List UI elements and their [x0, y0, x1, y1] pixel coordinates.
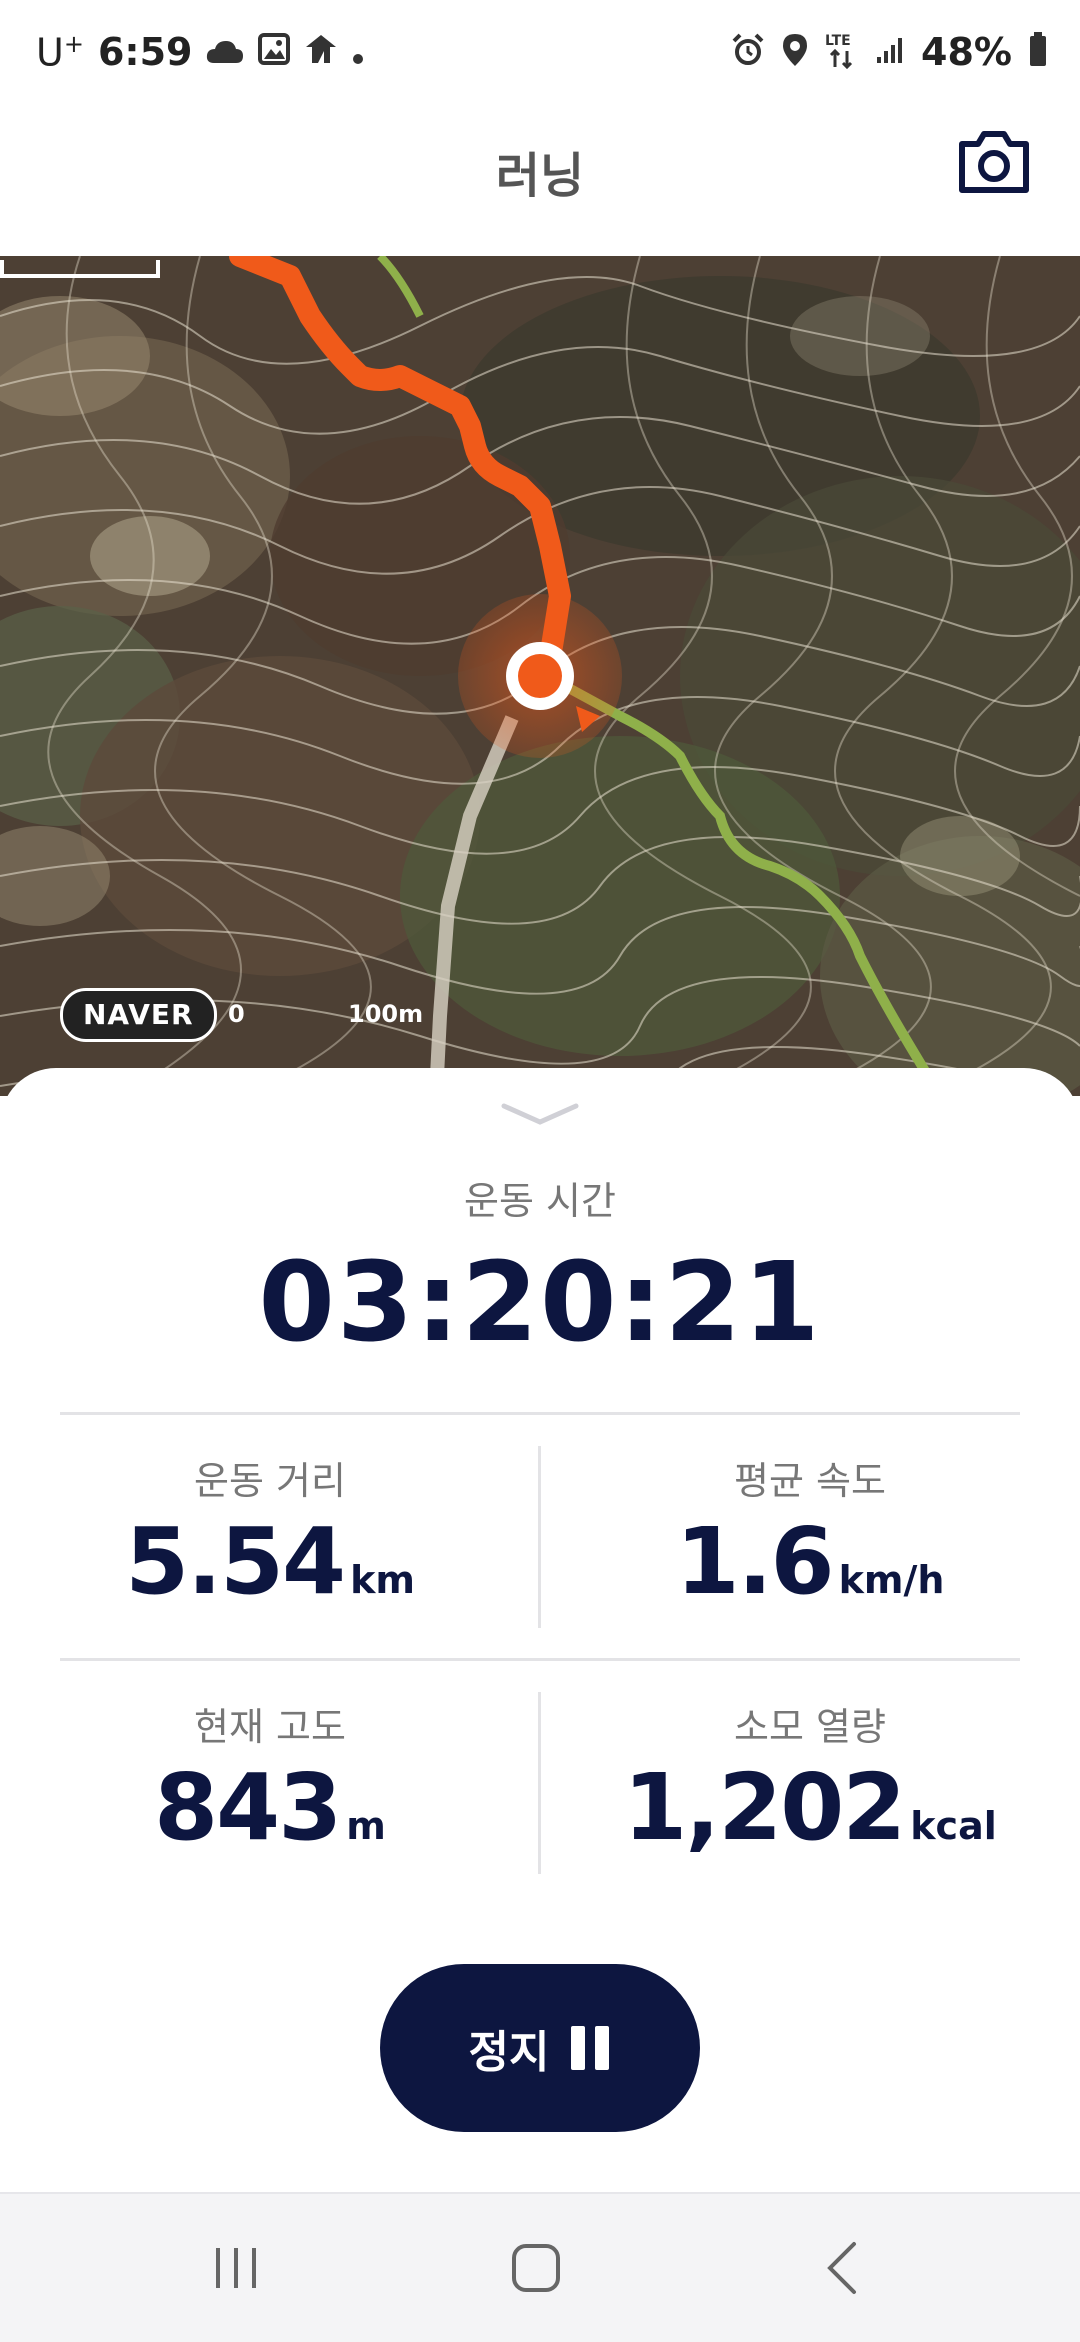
battery-icon: [1028, 32, 1048, 72]
workout-time-label: 운동 시간: [464, 1179, 616, 1223]
carrier-label: U+: [36, 29, 84, 75]
app-icon: [304, 30, 338, 74]
dot-icon: [352, 30, 364, 74]
back-button[interactable]: [814, 2238, 874, 2298]
divider: [60, 1658, 1020, 1661]
sheet-handle[interactable]: [500, 1098, 580, 1128]
svg-text:LTE: LTE: [825, 33, 851, 49]
calories-label: 소모 열량: [734, 1705, 886, 1749]
battery-percent: 48%: [921, 30, 1012, 74]
recent-apps-button[interactable]: [206, 2238, 266, 2298]
image-icon: [258, 30, 291, 74]
camera-icon: [959, 131, 1029, 193]
divider: [60, 1412, 1020, 1415]
recent-apps-icon: [216, 2248, 256, 2288]
stop-button[interactable]: 정지: [380, 1964, 700, 2132]
chevron-down-icon: [501, 1103, 579, 1125]
alarm-icon: [731, 33, 765, 71]
vertical-divider: [538, 1446, 541, 1628]
signal-icon: [875, 35, 905, 69]
altitude-value: 843 m: [154, 1754, 386, 1861]
map-scale-end: 100m: [348, 1000, 424, 1028]
back-icon: [827, 2242, 856, 2294]
altitude-label: 현재 고도: [194, 1705, 346, 1749]
clock: 6:59: [97, 30, 193, 74]
system-nav-bar: [0, 2192, 1080, 2342]
stop-button-label: 정지: [468, 2027, 550, 2078]
home-button[interactable]: [506, 2238, 566, 2298]
map-view[interactable]: NAVER 0 100m: [0, 256, 1080, 1096]
status-bar: U+ 6:59 LTE 48%: [0, 0, 1080, 100]
cloud-icon: [206, 30, 244, 74]
page-title: 러닝: [495, 148, 585, 204]
vertical-divider: [538, 1692, 541, 1874]
pause-icon: [571, 2026, 611, 2070]
app-header: 러닝: [0, 100, 1080, 256]
location-icon: [781, 32, 809, 72]
workout-time-value: 03:20:21: [258, 1238, 822, 1366]
map-scale-start: 0: [228, 1000, 245, 1028]
map-scale-bar: [0, 260, 160, 278]
distance-label: 운동 거리: [194, 1459, 346, 1503]
speed-label: 평균 속도: [734, 1459, 886, 1503]
calories-value: 1,202 kcal: [623, 1754, 997, 1861]
distance-value: 5.54 km: [125, 1508, 415, 1615]
speed-value: 1.6 km/h: [675, 1508, 945, 1615]
lte-icon: LTE: [825, 31, 859, 73]
workout-stats-sheet: 운동 시간 03:20:21 운동 거리 5.54 km 평균 속도 1.6 km/…: [0, 1068, 1080, 2192]
home-icon: [512, 2244, 560, 2292]
naver-logo: NAVER: [60, 988, 217, 1042]
camera-button[interactable]: [956, 130, 1032, 194]
